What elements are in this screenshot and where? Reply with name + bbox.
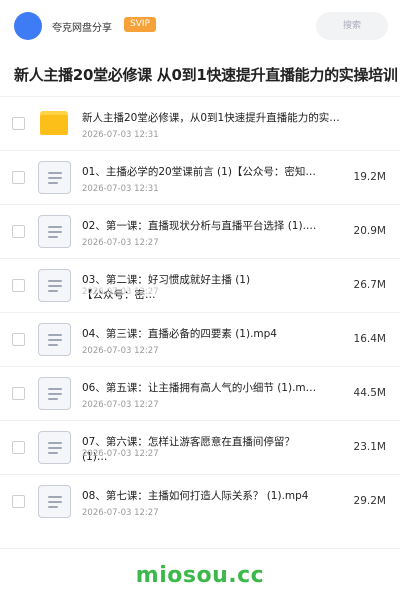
select-checkbox[interactable] (12, 279, 25, 292)
file-name: 01、主播必学的20堂课前言 (1)【公众号：密知… (82, 166, 316, 178)
select-checkbox[interactable] (12, 171, 25, 184)
page-title: 新人主播20堂必修课 从0到1快速提升直播能力的实操培训 (14, 66, 398, 84)
file-size: 23.1M (353, 441, 386, 453)
svip-badge: SVIP (124, 17, 156, 32)
file-date: 2026-07-03 12:31 (82, 130, 159, 140)
footer-divider (0, 548, 400, 549)
list-item[interactable]: 08、第七课：主播如何打造人际关系？ (1).mp4 2026-07-03 12… (0, 474, 400, 528)
file-date: 2026-07-03 12:27 (82, 346, 159, 356)
file-size: 26.7M (353, 279, 386, 291)
select-checkbox[interactable] (12, 495, 25, 508)
top-bar: 夸克网盘分享 SVIP 搜索 (0, 0, 400, 52)
file-name: 08、第七课：主播如何打造人际关系？ (1).mp4 (82, 490, 309, 502)
file-size: 44.5M (353, 387, 386, 399)
list-item[interactable]: 03、第二课：好习惯成就好主播 (1)【公众号：密… 2026-07-03 12… (0, 258, 400, 312)
file-date: 2026-07-03 12:27 (82, 238, 159, 248)
document-icon (38, 323, 71, 356)
list-item[interactable]: 04、第三课：直播必备的四要素 (1).mp4 2026-07-03 12:27… (0, 312, 400, 366)
list-item[interactable]: 02、第一课：直播现状分析与直播平台选择 (1).… 2026-07-03 12… (0, 204, 400, 258)
file-date: 2026-07-03 12:27 (82, 449, 159, 459)
select-checkbox[interactable] (12, 333, 25, 346)
file-name: 新人主播20堂必修课，从0到1快速提升直播能力的实… (82, 112, 340, 124)
file-size: 29.2M (353, 495, 386, 507)
document-icon (38, 485, 71, 518)
list-item[interactable]: 06、第五课：让主播拥有高人气的小细节 (1).m… 2026-07-03 12… (0, 366, 400, 420)
file-name: 06、第五课：让主播拥有高人气的小细节 (1).m… (82, 382, 317, 394)
file-size: 19.2M (353, 171, 386, 183)
file-size: 20.9M (353, 225, 386, 237)
document-icon (38, 269, 71, 302)
document-icon (38, 215, 71, 248)
list-item[interactable]: 新人主播20堂必修课，从0到1快速提升直播能力的实… 2026-07-03 12… (0, 96, 400, 150)
document-icon (38, 377, 71, 410)
select-checkbox[interactable] (12, 117, 25, 130)
file-date: 2026-07-03 12:27 (82, 287, 159, 297)
file-size: 16.4M (353, 333, 386, 345)
document-icon (38, 161, 71, 194)
folder-icon (38, 107, 71, 140)
search-button[interactable]: 搜索 (316, 12, 388, 40)
document-icon (38, 431, 71, 464)
list-item[interactable]: 07、第六课：怎样让游客愿意在直播间停留？ (1)… 2026-07-03 12… (0, 420, 400, 474)
share-title: 夸克网盘分享 (52, 23, 112, 34)
select-checkbox[interactable] (12, 225, 25, 238)
file-name: 02、第一课：直播现状分析与直播平台选择 (1).… (82, 220, 317, 232)
file-date: 2026-07-03 12:27 (82, 400, 159, 410)
list-item[interactable]: 01、主播必学的20堂课前言 (1)【公众号：密知… 2026-07-03 12… (0, 150, 400, 204)
avatar[interactable] (14, 12, 42, 40)
file-date: 2026-07-03 12:27 (82, 508, 159, 518)
file-name: 04、第三课：直播必备的四要素 (1).mp4 (82, 328, 277, 340)
file-date: 2026-07-03 12:31 (82, 184, 159, 194)
watermark: miosou.cc (135, 563, 265, 588)
select-checkbox[interactable] (12, 387, 25, 400)
select-checkbox[interactable] (12, 441, 25, 454)
